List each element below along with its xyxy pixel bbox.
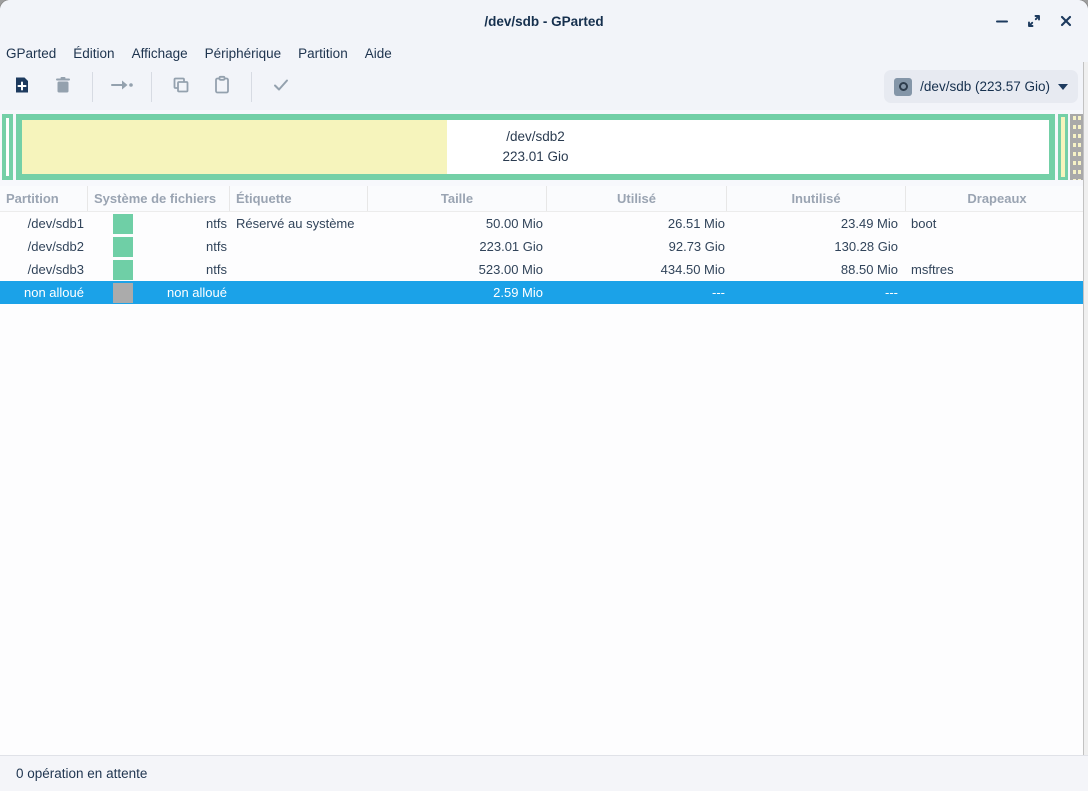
table-row[interactable]: /dev/sdb3 ntfs 523.00 Mio 434.50 Mio 88.…: [0, 258, 1088, 281]
partition-flags: [906, 235, 1088, 258]
status-bar: 0 opération en attente: [0, 755, 1088, 791]
check-icon: [271, 75, 291, 100]
partition-flags: boot: [906, 212, 1088, 235]
title-bar[interactable]: /dev/sdb - GParted: [0, 0, 1088, 42]
minimize-icon: [994, 13, 1010, 29]
table-row-selected[interactable]: non alloué non alloué 2.59 Mio --- ---: [0, 281, 1088, 304]
menu-affichage[interactable]: Affichage: [124, 44, 196, 63]
filesystem-name: ntfs: [133, 262, 227, 277]
copy-icon: [171, 75, 191, 100]
table-row[interactable]: /dev/sdb2 ntfs 223.01 Gio 92.73 Gio 130.…: [0, 235, 1088, 258]
header-used: Utilisé: [547, 186, 727, 211]
partition-name: non alloué: [0, 281, 88, 304]
pending-operations-text: 0 opération en attente: [16, 766, 147, 781]
partition-label: [230, 281, 368, 304]
partition-size: 2.59 Mio: [368, 281, 547, 304]
partition-label: Réservé au système: [230, 212, 368, 235]
filesystem-color-swatch: [113, 237, 133, 257]
menu-peripherique[interactable]: Périphérique: [197, 44, 290, 63]
partition-flags: [906, 281, 1088, 304]
partition-segment-sdb2[interactable]: /dev/sdb2 223.01 Gio: [16, 114, 1055, 180]
segment-partition-name: /dev/sdb2: [506, 127, 565, 147]
resize-move-icon: [110, 75, 134, 100]
disk-visual-bar: /dev/sdb2 223.01 Gio: [0, 110, 1088, 186]
partition-used: 434.50 Mio: [547, 258, 727, 281]
filesystem-color-swatch: [113, 214, 133, 234]
partition-table: Partition Système de fichiers Étiquette …: [0, 186, 1088, 755]
chevron-down-icon: [1058, 84, 1068, 90]
minimize-button[interactable]: [988, 7, 1016, 35]
menu-bar: GParted Édition Affichage Périphérique P…: [0, 42, 1088, 64]
header-partition: Partition: [0, 186, 88, 211]
apply-operations-button[interactable]: [263, 70, 299, 104]
filesystem-cell: ntfs: [88, 212, 230, 235]
harddisk-icon: [894, 78, 912, 96]
toolbar: /dev/sdb (223.57 Gio): [0, 64, 1088, 110]
partition-used: 26.51 Mio: [547, 212, 727, 235]
filesystem-name: ntfs: [133, 239, 227, 254]
paste-icon: [212, 75, 232, 100]
filesystem-name: ntfs: [133, 216, 227, 231]
menu-gparted[interactable]: GParted: [0, 44, 64, 63]
maximize-button[interactable]: [1020, 7, 1048, 35]
partition-used: 92.73 Gio: [547, 235, 727, 258]
partition-unused: 130.28 Gio: [727, 235, 906, 258]
partition-size: 523.00 Mio: [368, 258, 547, 281]
device-selector[interactable]: /dev/sdb (223.57 Gio): [884, 70, 1078, 103]
partition-size: 223.01 Gio: [368, 235, 547, 258]
copy-partition-button[interactable]: [163, 70, 199, 104]
partition-name: /dev/sdb3: [0, 258, 88, 281]
header-size: Taille: [368, 186, 547, 211]
filesystem-cell: ntfs: [88, 235, 230, 258]
segment-label: /dev/sdb2 223.01 Gio: [22, 120, 1049, 174]
paste-partition-button[interactable]: [204, 70, 240, 104]
scrollbar-strip: [1083, 62, 1088, 755]
partition-label: [230, 258, 368, 281]
filesystem-color-swatch: [113, 283, 133, 303]
partition-label: [230, 235, 368, 258]
delete-partition-button[interactable]: [45, 70, 81, 104]
menu-partition[interactable]: Partition: [290, 44, 356, 63]
close-icon: [1058, 13, 1074, 29]
table-header-row: Partition Système de fichiers Étiquette …: [0, 186, 1088, 212]
maximize-icon: [1026, 13, 1042, 29]
partition-segment-sdb3[interactable]: [1058, 114, 1068, 180]
filesystem-cell: non alloué: [88, 281, 230, 304]
partition-name: /dev/sdb2: [0, 235, 88, 258]
toolbar-separator: [151, 72, 152, 102]
trash-icon: [53, 75, 73, 100]
partition-name: /dev/sdb1: [0, 212, 88, 235]
partition-segment-unallocated[interactable]: [1070, 114, 1084, 180]
table-empty-area: [0, 304, 1088, 755]
filesystem-color-swatch: [113, 260, 133, 280]
menu-aide[interactable]: Aide: [357, 44, 400, 63]
filesystem-name: non alloué: [133, 285, 227, 300]
new-partition-icon: [12, 75, 32, 100]
table-row[interactable]: /dev/sdb1 ntfs Réservé au système 50.00 …: [0, 212, 1088, 235]
segment-partition-size: 223.01 Gio: [502, 147, 568, 167]
toolbar-separator: [92, 72, 93, 102]
filesystem-cell: ntfs: [88, 258, 230, 281]
partition-unused: ---: [727, 281, 906, 304]
partition-size: 50.00 Mio: [368, 212, 547, 235]
gparted-window: /dev/sdb - GParted GPar: [0, 0, 1088, 791]
window-controls: [988, 0, 1080, 42]
partition-flags: msftres: [906, 258, 1088, 281]
partition-used: ---: [547, 281, 727, 304]
header-flags: Drapeaux: [906, 186, 1088, 211]
header-label: Étiquette: [230, 186, 368, 211]
toolbar-separator: [251, 72, 252, 102]
device-selector-label: /dev/sdb (223.57 Gio): [920, 79, 1050, 94]
partition-segment-sdb1[interactable]: [2, 114, 13, 180]
new-partition-button[interactable]: [4, 70, 40, 104]
close-button[interactable]: [1052, 7, 1080, 35]
partition-unused: 88.50 Mio: [727, 258, 906, 281]
window-title: /dev/sdb - GParted: [484, 14, 603, 29]
resize-move-button[interactable]: [104, 70, 140, 104]
partition-unused: 23.49 Mio: [727, 212, 906, 235]
header-filesystem: Système de fichiers: [88, 186, 230, 211]
header-unused: Inutilisé: [727, 186, 906, 211]
menu-edition[interactable]: Édition: [65, 44, 122, 63]
